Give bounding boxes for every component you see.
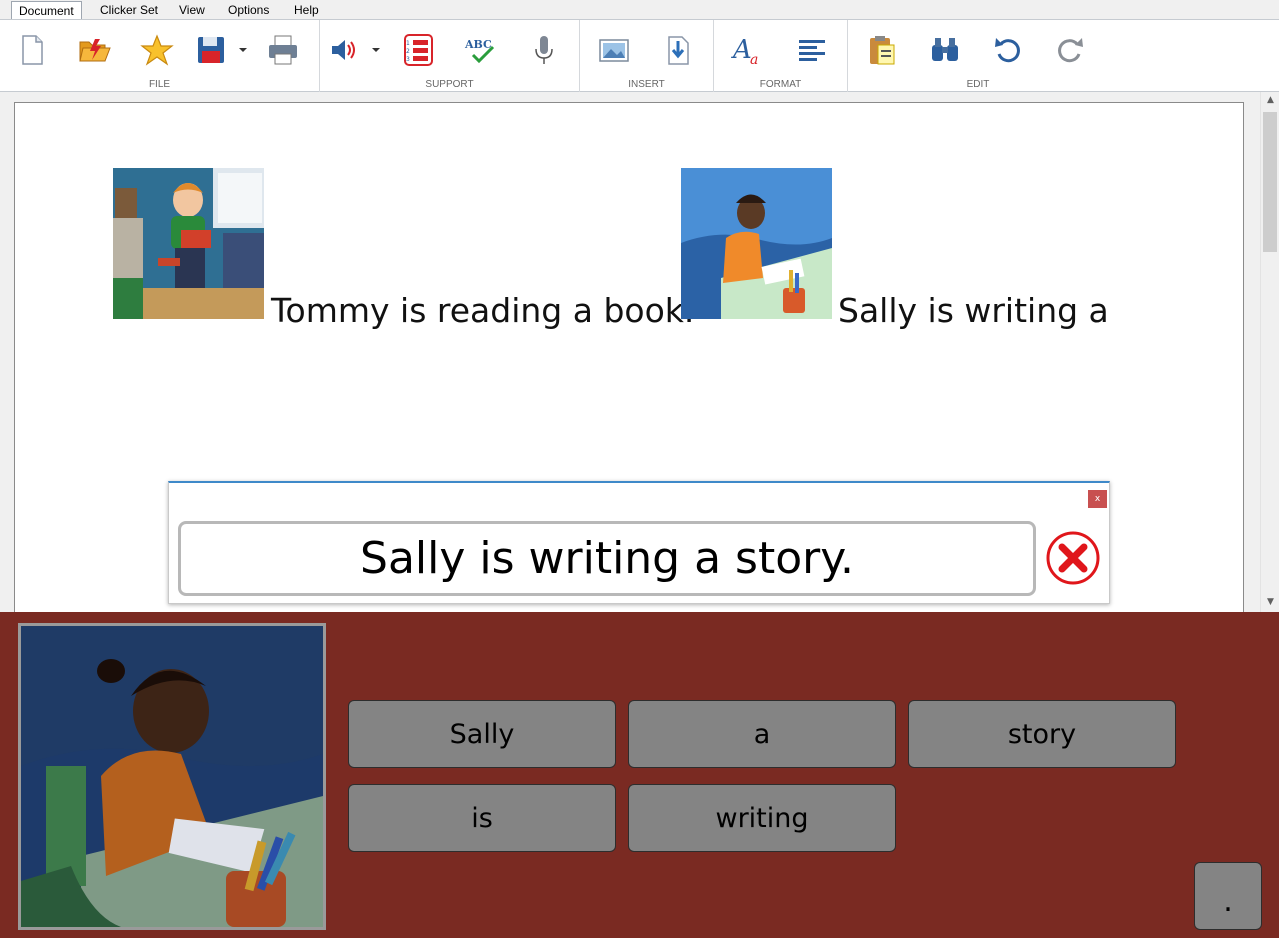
save-dropdown-icon[interactable] (238, 46, 248, 54)
scroll-down-icon[interactable]: ▼ (1261, 594, 1279, 610)
favourites-star-icon[interactable] (137, 30, 177, 70)
microphone-icon[interactable] (524, 30, 564, 70)
insert-file-icon[interactable] (658, 30, 698, 70)
clear-sentence-button[interactable] (1045, 530, 1101, 586)
menu-bar: Document Clicker Set View Options Help (0, 0, 1279, 19)
period-cell[interactable]: . (1194, 862, 1262, 930)
tab-help[interactable]: Help (287, 1, 326, 19)
align-text-icon[interactable] (792, 30, 832, 70)
boy-reading-picture[interactable] (113, 168, 264, 319)
speech-dropdown-icon[interactable] (371, 46, 381, 54)
paste-clipboard-icon[interactable] (862, 30, 902, 70)
popup-close-button[interactable]: x (1088, 490, 1107, 508)
numbered-list-icon[interactable]: 123 (398, 30, 438, 70)
find-binoculars-icon[interactable] (925, 30, 965, 70)
group-format: Aa FORMAT (714, 20, 848, 92)
svg-text:a: a (750, 52, 758, 67)
group-label-edit: EDIT (966, 79, 990, 90)
group-label-insert: INSERT (628, 79, 665, 90)
sentence-preview-popup: x Sally is writing a story. (168, 481, 1110, 604)
sentence-box[interactable]: Sally is writing a story. (178, 521, 1036, 596)
print-icon[interactable] (263, 30, 303, 70)
panel-picture[interactable] (18, 623, 326, 930)
new-document-icon[interactable] (12, 30, 52, 70)
tab-document[interactable]: Document (11, 1, 82, 19)
redo-icon[interactable] (1050, 30, 1090, 70)
spellcheck-glyph: ABC (464, 38, 492, 51)
spellcheck-icon[interactable]: ABC (460, 30, 500, 70)
undo-icon[interactable] (988, 30, 1028, 70)
group-edit: EDIT (848, 20, 1108, 92)
insert-picture-icon[interactable] (594, 30, 634, 70)
ribbon-toolbar: FILE 123 ABC SUPPORT INSERT Aa FORMAT ED… (0, 19, 1279, 92)
group-support: 123 ABC SUPPORT (320, 20, 580, 92)
svg-text:3: 3 (406, 56, 410, 63)
document-sentence-2: Sally is writing a (838, 291, 1109, 330)
scroll-up-icon[interactable]: ▲ (1261, 92, 1279, 108)
tab-options[interactable]: Options (221, 1, 276, 19)
speech-volume-icon[interactable] (324, 30, 364, 70)
word-cell-a[interactable]: a (628, 700, 896, 768)
scroll-thumb[interactable] (1263, 112, 1277, 252)
girl-writing-large-picture (21, 626, 323, 927)
group-label-format: FORMAT (759, 79, 802, 90)
svg-text:1: 1 (406, 40, 410, 47)
word-cell-is[interactable]: is (348, 784, 616, 852)
group-label-file: FILE (148, 79, 171, 90)
girl-writing-picture[interactable] (681, 168, 832, 319)
vertical-scrollbar[interactable]: ▲ ▼ (1260, 92, 1279, 612)
clicker-panel: Sally a story is writing . (0, 612, 1279, 938)
word-cell-writing[interactable]: writing (628, 784, 896, 852)
sentence-text: Sally is writing a story. (360, 533, 854, 584)
tab-clicker-set[interactable]: Clicker Set (93, 1, 165, 19)
word-cell-sally[interactable]: Sally (348, 700, 616, 768)
tab-view[interactable]: View (172, 1, 212, 19)
svg-text:2: 2 (406, 48, 410, 55)
document-sentence-1: Tommy is reading a book. (271, 291, 695, 330)
group-insert: INSERT (580, 20, 714, 92)
open-folder-icon[interactable] (74, 30, 114, 70)
font-style-icon[interactable]: Aa (728, 30, 768, 70)
clear-x-icon (1046, 531, 1100, 585)
word-cell-story[interactable]: story (908, 700, 1176, 768)
group-label-support: SUPPORT (425, 79, 474, 90)
svg-text:A: A (731, 35, 752, 65)
save-disk-icon[interactable] (191, 30, 231, 70)
group-file: FILE (0, 20, 320, 92)
